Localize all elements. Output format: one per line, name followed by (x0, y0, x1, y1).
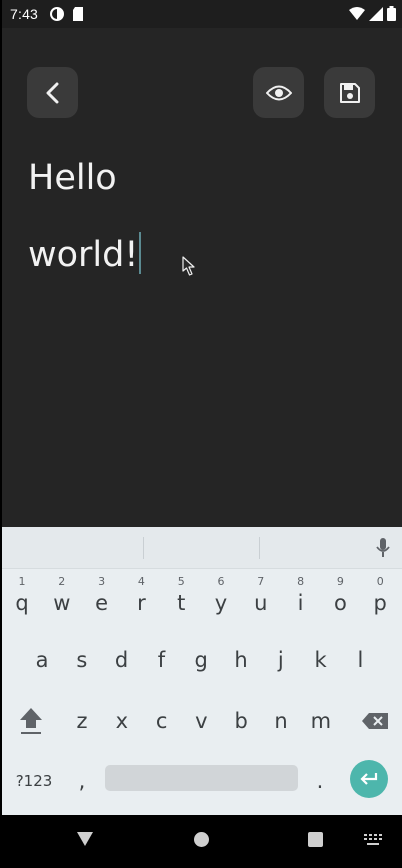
mouse-pointer-icon (182, 256, 195, 276)
key-f[interactable]: f (141, 630, 181, 690)
key-hint: 1 (18, 575, 26, 588)
key-k[interactable]: k (301, 630, 341, 690)
enter-key[interactable] (350, 760, 388, 798)
screen: 7:43 Hello world! 1 q 2 w 3 e 4 r 5 t 6 … (2, 0, 402, 868)
key-p[interactable]: 0p (360, 570, 400, 630)
text-caret (139, 232, 142, 274)
text-editor[interactable]: Hello world! (28, 140, 378, 294)
key-a[interactable]: a (22, 630, 62, 690)
key-hint: 0 (376, 575, 384, 588)
key-hint: 2 (58, 575, 66, 588)
key-g[interactable]: g (181, 630, 221, 690)
keyboard-row-1: 1q2w3e4r5t6y7u8i9o0p (2, 570, 402, 630)
signal-icon (369, 6, 383, 26)
key-label: r (137, 591, 146, 615)
backspace-key[interactable] (354, 691, 396, 751)
nav-home-icon[interactable] (194, 832, 209, 847)
key-label: u (254, 591, 268, 615)
comma-key[interactable]: , (62, 751, 102, 811)
save-button[interactable] (324, 67, 375, 118)
key-x[interactable]: x (102, 691, 142, 751)
key-v[interactable]: v (181, 691, 221, 751)
preview-button[interactable] (253, 67, 304, 118)
key-y[interactable]: 6y (201, 570, 241, 630)
space-key[interactable] (105, 765, 298, 791)
keyboard-switch-icon[interactable] (364, 834, 382, 846)
key-d[interactable]: d (102, 630, 142, 690)
nav-back-icon[interactable] (76, 831, 94, 847)
key-label: q (15, 591, 29, 615)
battery-icon (387, 6, 396, 26)
keyboard-row-2: asdfghjkl (2, 630, 402, 690)
key-o[interactable]: 9o (320, 570, 360, 630)
editor-line-2-text: world! (28, 235, 139, 275)
sd-card-icon (72, 7, 84, 26)
key-label: p (373, 591, 387, 615)
key-hint: 9 (336, 575, 344, 588)
key-c[interactable]: c (142, 691, 182, 751)
key-hint: 3 (98, 575, 106, 588)
shift-icon (20, 708, 42, 734)
key-label: y (214, 591, 228, 615)
key-label: w (53, 591, 71, 615)
key-l[interactable]: l (340, 630, 380, 690)
symbols-key[interactable]: ?123 (8, 751, 60, 811)
period-key[interactable]: . (300, 751, 340, 811)
microphone-icon[interactable] (376, 538, 390, 563)
keyboard-row-3: zxcvbnm (2, 691, 402, 751)
key-hint: 8 (297, 575, 305, 588)
key-w[interactable]: 2w (42, 570, 82, 630)
wifi-icon (349, 6, 365, 26)
key-u[interactable]: 7u (241, 570, 281, 630)
key-n[interactable]: n (261, 691, 301, 751)
editor-line-1: Hello (28, 158, 117, 198)
key-b[interactable]: b (221, 691, 261, 751)
suggestion-divider (143, 537, 144, 559)
key-t[interactable]: 5t (161, 570, 201, 630)
key-label: t (177, 591, 186, 615)
key-z[interactable]: z (62, 691, 102, 751)
status-time: 7:43 (10, 6, 39, 22)
key-m[interactable]: m (301, 691, 341, 751)
key-j[interactable]: j (261, 630, 301, 690)
suggestion-divider (259, 537, 260, 559)
nav-recents-icon[interactable] (308, 832, 323, 847)
data-saver-icon (50, 7, 64, 26)
key-hint: 7 (257, 575, 265, 588)
floppy-disk-icon (339, 82, 360, 103)
key-label: e (95, 591, 109, 615)
key-e[interactable]: 3e (82, 570, 122, 630)
back-button[interactable] (27, 67, 78, 118)
key-hint: 6 (217, 575, 225, 588)
key-q[interactable]: 1q (2, 570, 42, 630)
shift-key[interactable] (10, 691, 52, 751)
backspace-icon (362, 713, 388, 729)
key-label: o (333, 591, 347, 615)
key-label: i (297, 591, 304, 615)
key-hint: 4 (137, 575, 145, 588)
suggestion-strip (2, 527, 402, 569)
key-s[interactable]: s (62, 630, 102, 690)
key-r[interactable]: 4r (121, 570, 161, 630)
chevron-left-icon (46, 82, 58, 103)
eye-icon (265, 85, 292, 100)
status-icons (349, 6, 396, 26)
navigation-bar (2, 815, 402, 868)
status-bar: 7:43 (2, 0, 402, 28)
editor-line-2: world! (28, 217, 378, 294)
key-h[interactable]: h (221, 630, 261, 690)
key-hint: 5 (177, 575, 185, 588)
key-i[interactable]: 8i (281, 570, 321, 630)
enter-icon (360, 773, 378, 785)
soft-keyboard: 1q2w3e4r5t6y7u8i9o0p asdfghjkl zxcvbnm ?… (2, 527, 402, 815)
keyboard-row-4: ?123 , . (2, 751, 402, 811)
